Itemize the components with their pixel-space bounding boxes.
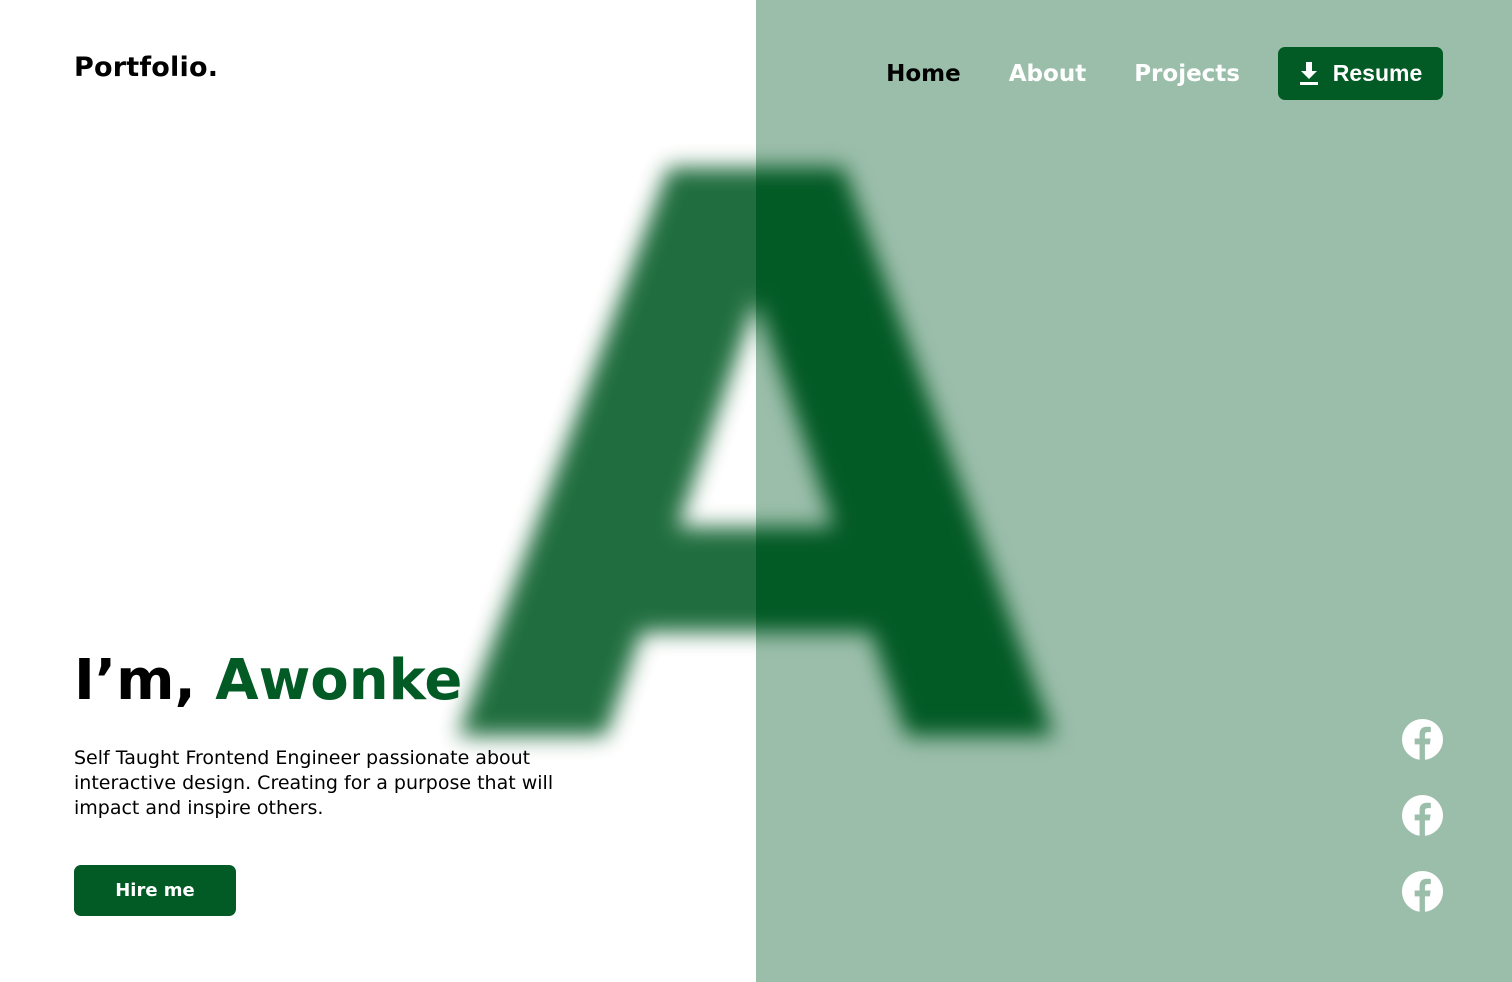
- hero-description: Self Taught Frontend Engineer passionate…: [74, 747, 554, 819]
- facebook-icon: [1401, 794, 1444, 837]
- hire-me-button[interactable]: Hire me: [74, 865, 236, 916]
- right-panel: [756, 0, 1512, 982]
- logo[interactable]: Portfolio.: [74, 52, 218, 83]
- main-nav: Home About Projects Resume: [886, 47, 1443, 100]
- facebook-link-2[interactable]: [1401, 794, 1444, 837]
- nav-about[interactable]: About: [1009, 61, 1086, 87]
- facebook-link-1[interactable]: [1401, 718, 1444, 761]
- hero-greeting: I’m,: [74, 648, 196, 713]
- facebook-link-3[interactable]: [1401, 870, 1444, 913]
- facebook-icon: [1401, 718, 1444, 761]
- facebook-icon: [1401, 870, 1444, 913]
- nav-projects[interactable]: Projects: [1134, 61, 1240, 87]
- download-icon: [1299, 61, 1318, 85]
- resume-label: Resume: [1332, 60, 1423, 86]
- nav-home[interactable]: Home: [886, 61, 961, 87]
- hero-name: Awonke: [215, 648, 463, 713]
- hero-title: I’m, Awonke: [74, 646, 462, 716]
- resume-button[interactable]: Resume: [1278, 47, 1443, 100]
